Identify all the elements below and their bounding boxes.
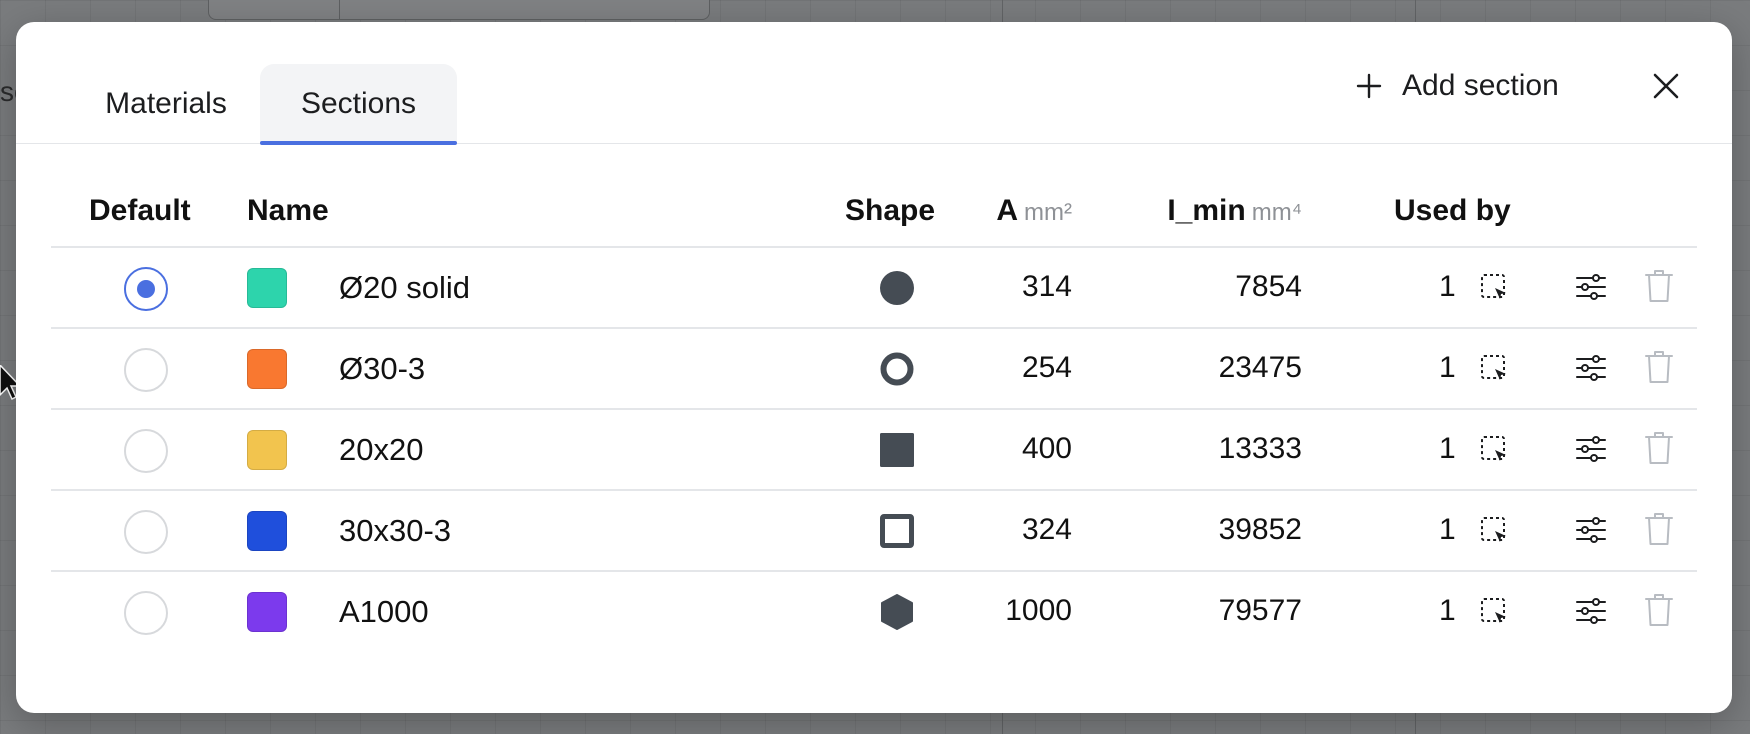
trash-icon[interactable] <box>1643 349 1675 385</box>
select-elements-icon[interactable] <box>1479 596 1509 626</box>
column-header-name: Name <box>247 194 329 227</box>
select-elements-icon[interactable] <box>1479 272 1509 302</box>
used-by-count: 1 <box>1439 513 1456 546</box>
area-value: 314 <box>1021 270 1072 303</box>
imin-value: 39852 <box>1218 513 1302 546</box>
section-color-swatch[interactable] <box>247 349 287 389</box>
area-value: 1000 <box>1005 594 1072 627</box>
sliders-icon[interactable] <box>1574 432 1608 466</box>
table-body: Ø20 solid 314 7854 1 Ø30-3 254 23475 1 2… <box>51 248 1697 653</box>
background-toolbar <box>208 0 710 20</box>
default-radio[interactable] <box>124 510 168 554</box>
section-name: 30x30-3 <box>339 513 452 548</box>
tab-materials[interactable]: Materials <box>70 64 262 144</box>
sliders-icon[interactable] <box>1574 351 1608 385</box>
add-section-button[interactable]: Add section <box>1356 62 1559 110</box>
circle-solid-icon <box>880 271 914 305</box>
sliders-icon[interactable] <box>1574 513 1608 547</box>
dialog-header: Materials Sections Add section <box>16 22 1732 145</box>
section-name: Ø20 solid <box>339 270 470 305</box>
tab-sections[interactable]: Sections <box>260 64 457 145</box>
section-name: 20x20 <box>339 432 424 467</box>
used-by-count: 1 <box>1439 351 1456 384</box>
trash-icon[interactable] <box>1643 511 1675 547</box>
sections-dialog: Materials Sections Add section Default N… <box>16 22 1732 713</box>
default-radio[interactable] <box>124 429 168 473</box>
default-radio[interactable] <box>124 591 168 635</box>
imin-unit: mm⁴ <box>1251 199 1302 226</box>
sliders-icon[interactable] <box>1574 594 1608 628</box>
close-button[interactable] <box>1646 66 1686 106</box>
table-header: Default Name Shape Amm² I_min mm⁴ Used by <box>51 182 1697 248</box>
square-hollow-icon <box>880 514 914 548</box>
close-icon <box>1653 73 1679 99</box>
area-value: 254 <box>1021 351 1072 384</box>
column-header-imin: I_min mm⁴ <box>1167 194 1302 228</box>
table-row: A1000 1000 79577 1 <box>51 572 1697 653</box>
area-unit: mm² <box>1024 199 1072 226</box>
default-radio[interactable] <box>124 348 168 392</box>
column-header-area: Amm² <box>996 194 1072 228</box>
imin-value: 23475 <box>1218 351 1302 384</box>
used-by-count: 1 <box>1439 270 1456 303</box>
tab-label: Sections <box>300 87 417 120</box>
section-color-swatch[interactable] <box>247 511 287 551</box>
table-row: Ø20 solid 314 7854 1 <box>51 248 1697 329</box>
section-color-swatch[interactable] <box>247 592 287 632</box>
sections-table: Default Name Shape Amm² I_min mm⁴ Used by… <box>51 182 1697 653</box>
used-by-count: 1 <box>1439 432 1456 465</box>
imin-value: 79577 <box>1218 594 1302 627</box>
column-header-shape: Shape <box>845 194 936 227</box>
hexagon-icon <box>881 594 913 630</box>
section-color-swatch[interactable] <box>247 268 287 308</box>
sliders-icon[interactable] <box>1574 270 1608 304</box>
section-name: A1000 <box>339 594 429 629</box>
imin-value: 13333 <box>1218 432 1302 465</box>
trash-icon[interactable] <box>1643 430 1675 466</box>
column-header-imin-label: I_min <box>1167 194 1246 227</box>
plus-icon <box>1356 73 1382 99</box>
select-elements-icon[interactable] <box>1479 515 1509 545</box>
trash-icon[interactable] <box>1643 268 1675 304</box>
section-color-swatch[interactable] <box>247 430 287 470</box>
section-name: Ø30-3 <box>339 351 426 386</box>
imin-value: 7854 <box>1235 270 1302 303</box>
column-header-used-by: Used by <box>1394 194 1511 227</box>
table-row: 30x30-3 324 39852 1 <box>51 491 1697 572</box>
select-elements-icon[interactable] <box>1479 353 1509 383</box>
used-by-count: 1 <box>1439 594 1456 627</box>
column-header-default: Default <box>89 194 191 227</box>
column-header-area-label: A <box>996 194 1019 227</box>
area-value: 324 <box>1021 513 1072 546</box>
circle-hollow-icon <box>880 352 914 386</box>
square-solid-icon <box>880 433 914 467</box>
table-row: Ø30-3 254 23475 1 <box>51 329 1697 410</box>
add-section-label: Add section <box>1402 69 1559 102</box>
area-value: 400 <box>1021 432 1072 465</box>
tab-label: Materials <box>105 87 227 120</box>
table-row: 20x20 400 13333 1 <box>51 410 1697 491</box>
default-radio[interactable] <box>124 267 168 311</box>
select-elements-icon[interactable] <box>1479 434 1509 464</box>
trash-icon[interactable] <box>1643 592 1675 628</box>
